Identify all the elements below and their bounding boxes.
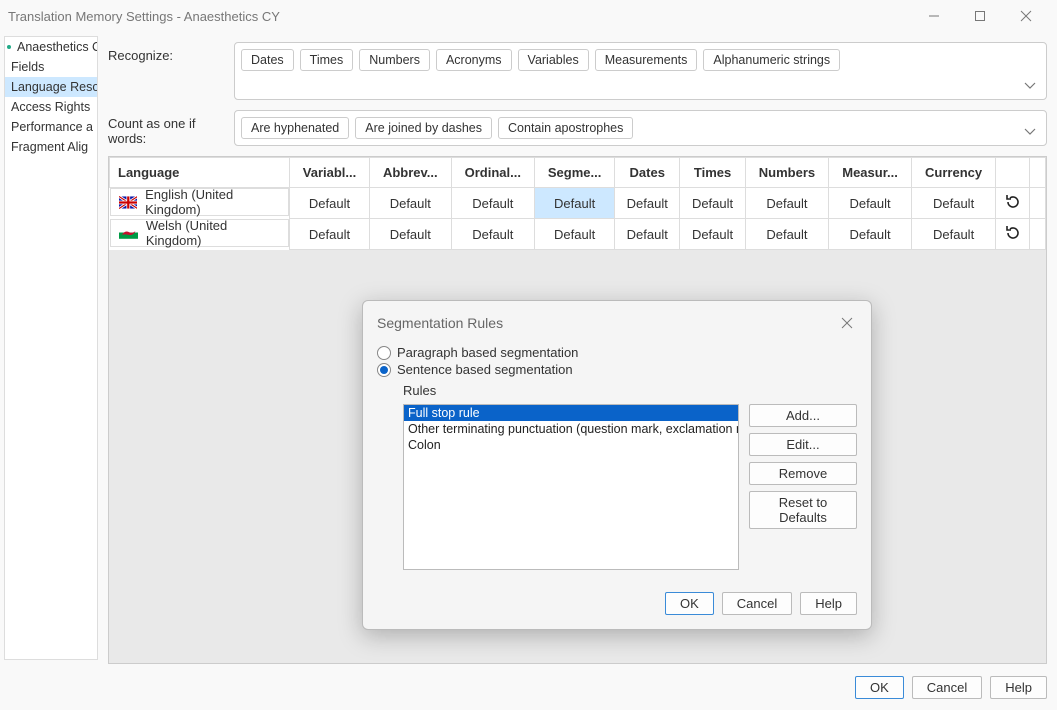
radio-checked-icon xyxy=(377,363,391,377)
recognize-field[interactable]: Dates TimesNumbers Acronyms Variables Measur… xyxy=(234,42,1047,100)
token-measurements[interactable]: Measurements xyxy=(595,49,698,71)
grid-cell[interactable]: Default xyxy=(535,219,615,250)
grid-cell[interactable]: Default xyxy=(451,219,535,250)
main-panel: Recognize: DatesTimesNumbersAcronymsVari… xyxy=(98,32,1057,664)
grid-cell-blank xyxy=(1030,188,1046,219)
rule-item[interactable]: Full stop rule xyxy=(404,405,738,421)
window-footer: OK Cancel Help xyxy=(0,664,1057,710)
grid-cell[interactable]: Default xyxy=(370,188,452,219)
column-header[interactable]: Language xyxy=(110,158,290,188)
column-header[interactable]: Abbrev... xyxy=(370,158,452,188)
token-times[interactable]: Times xyxy=(300,49,354,71)
chevron-down-icon[interactable] xyxy=(1024,124,1036,139)
sidebar-item-performance[interactable]: Performance a xyxy=(5,117,97,137)
language-name: English (United Kingdom) xyxy=(145,187,282,217)
column-header[interactable]: Ordinal... xyxy=(451,158,535,188)
table-row[interactable]: English (United Kingdom)DefaultDefaultDe… xyxy=(110,188,1046,219)
sidebar: Anaesthetics C Fields Language Reso Acce… xyxy=(4,36,98,660)
grid-cell-blank xyxy=(1030,219,1046,250)
help-button[interactable]: Help xyxy=(990,676,1047,699)
add-button[interactable]: Add... xyxy=(749,404,857,427)
rule-item[interactable]: Colon xyxy=(404,437,738,453)
remove-button[interactable]: Remove xyxy=(749,462,857,485)
reset-row-button[interactable] xyxy=(996,219,1030,250)
radio-paragraph-segmentation[interactable]: Paragraph based segmentation xyxy=(377,345,857,360)
maximize-button[interactable] xyxy=(957,0,1003,32)
window: Translation Memory Settings - Anaestheti… xyxy=(0,0,1057,710)
edit-button[interactable]: Edit... xyxy=(749,433,857,456)
column-header-blank xyxy=(1030,158,1046,188)
language-name: Welsh (United Kingdom) xyxy=(146,218,282,248)
chevron-down-icon[interactable] xyxy=(1024,78,1036,93)
column-header-reset xyxy=(996,158,1030,188)
grid-cell[interactable]: Default xyxy=(745,219,829,250)
grid-cell[interactable]: Default xyxy=(745,188,829,219)
grid-cell[interactable]: Default xyxy=(829,188,912,219)
count-field[interactable]: Are hyphenated Are joined by dashes Contai… xyxy=(234,110,1047,146)
rules-listbox[interactable]: Full stop ruleOther terminating punctuat… xyxy=(403,404,739,570)
token-alphanumeric-strings[interactable]: Alphanumeric strings xyxy=(703,49,840,71)
grid-cell[interactable]: Default xyxy=(680,219,745,250)
sidebar-item-fields[interactable]: Fields xyxy=(5,57,97,77)
ok-button[interactable]: OK xyxy=(855,676,904,699)
sidebar-item-access-rights[interactable]: Access Rights xyxy=(5,97,97,117)
recognize-label: Recognize: xyxy=(108,42,234,63)
radio-sentence-segmentation[interactable]: Sentence based segmentation xyxy=(377,362,857,377)
help-button[interactable]: Help xyxy=(800,592,857,615)
ok-button[interactable]: OK xyxy=(665,592,714,615)
titlebar: Translation Memory Settings - Anaestheti… xyxy=(0,0,1057,32)
dialog-title: Segmentation Rules xyxy=(377,315,837,331)
radio-unchecked-icon xyxy=(377,346,391,360)
cancel-button[interactable]: Cancel xyxy=(912,676,982,699)
token-are-joined-by-dashes[interactable]: Are joined by dashes xyxy=(355,117,492,139)
token-variables[interactable]: Variables xyxy=(518,49,589,71)
token-contain-apostrophes[interactable]: Contain apostrophes xyxy=(498,117,633,139)
column-header[interactable]: Currency xyxy=(911,158,995,188)
cancel-button[interactable]: Cancel xyxy=(722,592,792,615)
column-header[interactable]: Times xyxy=(680,158,745,188)
close-button[interactable] xyxy=(1003,0,1049,32)
column-header[interactable]: Measur... xyxy=(829,158,912,188)
grid-cell[interactable]: Default xyxy=(615,219,680,250)
grid-cell[interactable]: Default xyxy=(680,188,745,219)
sidebar-item-fragment-alignment[interactable]: Fragment Alig xyxy=(5,137,97,157)
grid-cell[interactable]: Default xyxy=(535,188,615,219)
token-are-hyphenated[interactable]: Are hyphenated xyxy=(241,117,349,139)
grid-cell[interactable]: Default xyxy=(451,188,535,219)
rules-heading: Rules xyxy=(403,383,857,398)
segmentation-rules-dialog: Segmentation Rules Paragraph based segme… xyxy=(362,300,872,630)
grid-cell[interactable]: Default xyxy=(829,219,912,250)
close-icon[interactable] xyxy=(837,313,857,333)
reset-row-button[interactable] xyxy=(996,188,1030,219)
grid-cell[interactable]: Default xyxy=(370,219,452,250)
count-label: Count as one if words: xyxy=(108,110,234,146)
window-title: Translation Memory Settings - Anaestheti… xyxy=(8,9,911,24)
column-header[interactable]: Segme... xyxy=(535,158,615,188)
column-header[interactable]: Variabl... xyxy=(290,158,370,188)
grid-cell[interactable]: Default xyxy=(911,188,995,219)
token-dates[interactable]: Dates xyxy=(241,49,294,71)
column-header[interactable]: Numbers xyxy=(745,158,829,188)
sidebar-item-language-resources[interactable]: Language Reso xyxy=(5,77,97,97)
sidebar-item-anaesthetics[interactable]: Anaesthetics C xyxy=(5,37,97,57)
grid-cell[interactable]: Default xyxy=(615,188,680,219)
reset-to-defaults-button[interactable]: Reset to Defaults xyxy=(749,491,857,529)
rule-item[interactable]: Other terminating punctuation (question … xyxy=(404,421,738,437)
radio-sentence-label: Sentence based segmentation xyxy=(397,362,573,377)
token-numbers[interactable]: Numbers xyxy=(359,49,430,71)
language-cell[interactable]: English (United Kingdom) xyxy=(110,188,290,216)
grid-cell[interactable]: Default xyxy=(290,188,370,219)
grid-cell[interactable]: Default xyxy=(911,219,995,250)
minimize-button[interactable] xyxy=(911,0,957,32)
column-header[interactable]: Dates xyxy=(615,158,680,188)
language-cell[interactable]: Welsh (United Kingdom) xyxy=(110,219,290,247)
table-row[interactable]: Welsh (United Kingdom)DefaultDefaultDefa… xyxy=(110,219,1046,250)
grid-cell[interactable]: Default xyxy=(290,219,370,250)
token-acronyms[interactable]: Acronyms xyxy=(436,49,512,71)
radio-paragraph-label: Paragraph based segmentation xyxy=(397,345,578,360)
